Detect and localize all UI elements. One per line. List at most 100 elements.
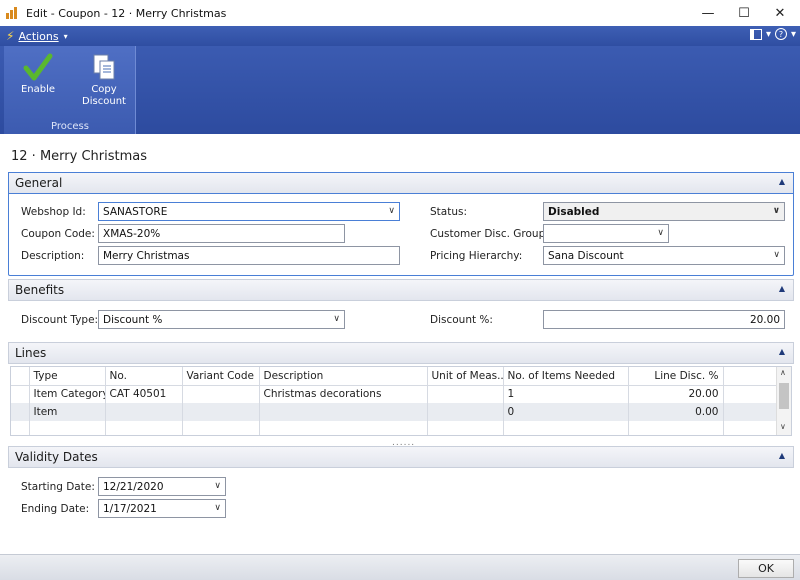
pricing-hierarchy-value: Sana Discount [548,249,624,262]
table-cell[interactable] [259,403,428,421]
table-cell[interactable] [427,421,504,435]
column-header[interactable]: Line Disc. % [628,367,724,386]
column-header[interactable]: No. [105,367,183,386]
vertical-scrollbar[interactable]: ∧ ∨ [776,367,791,435]
table-cell[interactable] [105,403,183,421]
table-row[interactable] [11,421,778,435]
ok-button[interactable]: OK [738,559,794,578]
table-row[interactable]: Item Category CAT 40501 Christmas decora… [11,385,778,403]
chevron-down-icon[interactable]: ∨ [773,250,780,260]
customer-disc-group-field[interactable]: ∨ [543,224,669,243]
column-header[interactable]: No. of Items Needed [503,367,629,386]
enable-button[interactable]: Enable [10,50,66,112]
app-logo-icon [6,7,20,19]
table-row[interactable]: Item 0 0.00 [11,403,778,421]
table-cell[interactable] [427,385,504,403]
table-cell[interactable] [105,421,183,435]
lines-grid: Type No. Variant Code Description Unit o… [10,366,792,436]
table-cell[interactable]: Item [29,403,106,421]
discount-type-label: Discount Type: [21,314,99,326]
starting-date-label: Starting Date: [21,481,95,493]
chevron-down-icon[interactable]: ∨ [333,314,340,324]
table-cell[interactable]: 0.00 [628,403,724,421]
status-field[interactable]: Disabled ∨ [543,202,785,221]
actions-menu[interactable]: Actions [18,30,58,43]
validity-header[interactable]: Validity Dates ▲ [8,446,794,468]
description-value: Merry Christmas [103,249,190,262]
webshop-id-field[interactable]: SANASTORE ∨ [98,202,400,221]
collapse-chevron-icon[interactable]: ▲ [779,451,785,460]
column-header[interactable]: Description [259,367,428,386]
ending-date-label: Ending Date: [21,503,90,515]
table-cell[interactable] [628,421,724,435]
lines-header[interactable]: Lines ▲ [8,342,794,364]
scrollbar-thumb[interactable] [779,383,789,409]
table-cell[interactable] [182,385,260,403]
collapse-chevron-icon[interactable]: ▲ [779,284,785,293]
copy-discount-button[interactable]: Copy Discount [76,50,132,112]
actions-caret-icon[interactable]: ▾ [64,32,68,41]
column-header[interactable]: Type [29,367,106,386]
help-icon[interactable]: ? [774,28,787,40]
enable-label: Enable [20,84,56,95]
status-label: Status: [430,206,467,218]
discount-pct-label: Discount %: [430,314,493,326]
coupon-code-label: Coupon Code: [21,228,95,240]
collapse-chevron-icon[interactable]: ▲ [779,347,785,356]
chevron-down-icon[interactable]: ∨ [214,503,221,513]
title-bar: Edit - Coupon - 12 · Merry Christmas — ☐… [0,0,800,26]
pricing-hierarchy-field[interactable]: Sana Discount ∨ [543,246,785,265]
table-cell[interactable] [29,421,106,435]
description-field[interactable]: Merry Christmas [98,246,400,265]
table-cell[interactable] [427,403,504,421]
table-cell[interactable] [182,403,260,421]
general-header[interactable]: General ▲ [8,172,794,194]
ribbon: Enable Copy Discount Process [0,46,800,134]
table-cell[interactable] [503,421,629,435]
table-cell[interactable]: CAT 40501 [105,385,183,403]
table-cell[interactable] [182,421,260,435]
chevron-down-icon[interactable]: ∨ [773,206,780,216]
table-cell[interactable] [259,421,428,435]
column-header[interactable]: Variant Code [182,367,260,386]
customer-disc-group-label: Customer Disc. Group: [430,228,549,240]
benefits-header-label: Benefits [15,283,65,297]
pricing-hierarchy-label: Pricing Hierarchy: [430,250,523,262]
discount-type-field[interactable]: Discount % ∨ [98,310,345,329]
collapse-chevron-icon[interactable]: ▲ [779,177,785,186]
page-title: 12 · Merry Christmas [11,149,147,164]
ribbon-group-label: Process [51,121,89,132]
grid-header-row: Type No. Variant Code Description Unit o… [11,367,778,386]
coupon-code-value: XMAS-20% [103,227,161,240]
layout-caret-icon[interactable]: ▾ [766,29,771,40]
minimize-button[interactable]: — [690,0,726,26]
starting-date-field[interactable]: 12/21/2020 ∨ [98,477,226,496]
layout-icon[interactable] [749,28,762,40]
chevron-down-icon[interactable]: ∨ [214,481,221,491]
table-cell[interactable]: Christmas decorations [259,385,428,403]
coupon-code-field[interactable]: XMAS-20% [98,224,345,243]
webshop-id-label: Webshop Id: [21,206,86,218]
maximize-button[interactable]: ☐ [726,0,762,26]
chevron-down-icon[interactable]: ∨ [657,228,664,238]
benefits-header[interactable]: Benefits ▲ [8,279,794,301]
help-caret-icon[interactable]: ▾ [791,29,796,40]
chevron-down-icon[interactable]: ∨ [388,206,395,216]
table-cell[interactable]: Item Category [29,385,106,403]
ribbon-group-process: Enable Copy Discount Process [4,46,136,134]
window-title: Edit - Coupon - 12 · Merry Christmas [26,6,227,20]
validity-header-label: Validity Dates [15,450,98,464]
actions-bar: ⚡ Actions ▾ ▾ ? ▾ [0,26,800,46]
table-cell[interactable]: 1 [503,385,629,403]
table-cell[interactable]: 0 [503,403,629,421]
ending-date-field[interactable]: 1/17/2021 ∨ [98,499,226,518]
dialog-footer: OK [0,554,800,580]
close-button[interactable]: ✕ [762,0,798,26]
scroll-down-icon[interactable]: ∨ [780,422,786,431]
checkmark-icon [23,53,53,81]
discount-pct-field[interactable]: 20.00 [543,310,785,329]
scroll-up-icon[interactable]: ∧ [780,368,786,377]
table-cell[interactable]: 20.00 [628,385,724,403]
column-header[interactable]: Unit of Meas... [427,367,504,386]
page-content: 12 · Merry Christmas General ▲ Webshop I… [0,134,800,554]
